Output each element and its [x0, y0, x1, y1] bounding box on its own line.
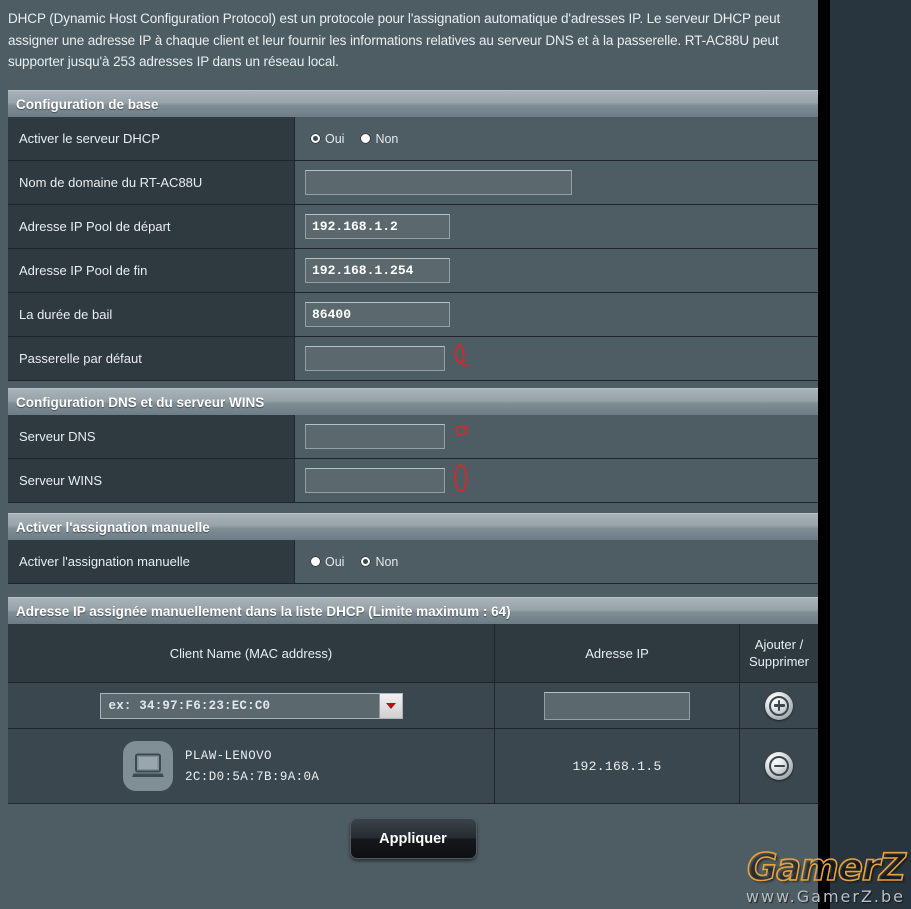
device-name: PLAW-LENOVO	[185, 748, 272, 763]
new-entry-ip-cell	[495, 683, 740, 728]
radio-enable-dhcp-no-label: Non	[375, 131, 399, 146]
radio-enable-manual-yes-label: Oui	[325, 554, 345, 569]
field-lease-time	[295, 293, 818, 336]
row-pool-start: Adresse IP Pool de départ	[8, 205, 818, 249]
annotation-dns-red-circle-icon	[452, 421, 476, 450]
section-basic-config-title: Configuration de base	[8, 90, 818, 117]
row-pool-end: Adresse IP Pool de fin	[8, 249, 818, 293]
client-mac-select[interactable]: ex: 34:97:F6:23:EC:C0	[99, 692, 403, 719]
label-dns-server: Serveur DNS	[8, 415, 295, 458]
row-domain-name: Nom de domaine du RT-AC88U	[8, 161, 818, 205]
apply-button[interactable]: Appliquer	[349, 818, 477, 859]
radio-enable-dhcp-yes-label: Oui	[325, 131, 345, 146]
default-gateway-input[interactable]	[305, 346, 445, 371]
radio-enable-manual-yes[interactable]: Oui	[310, 555, 344, 569]
label-wins-server: Serveur WINS	[8, 459, 295, 502]
dhcp-intro-text: DHCP (Dynamic Host Configuration Protoco…	[0, 0, 818, 88]
minus-circle-icon[interactable]	[765, 752, 793, 780]
field-dns-server	[295, 415, 818, 458]
radio-dot-icon	[310, 133, 321, 144]
device-text: PLAW-LENOVO 2C:D0:5A:7B:9A:0A	[185, 749, 319, 784]
label-default-gateway: Passerelle par défaut	[8, 337, 295, 380]
radio-group-enable-dhcp: Oui Non	[305, 132, 408, 146]
radio-enable-manual-no-label: Non	[375, 554, 399, 569]
dns-server-input[interactable]	[305, 424, 445, 449]
field-wins-server	[295, 459, 818, 502]
annotation-gateway-red-circle-icon	[452, 342, 478, 381]
radio-enable-dhcp-no[interactable]: Non	[360, 132, 398, 146]
section-dhcp-manual-list-title: Adresse IP assignée manuellement dans la…	[8, 597, 818, 624]
field-enable-dhcp-server: Oui Non	[295, 117, 818, 160]
wins-server-input[interactable]	[305, 468, 445, 493]
pool-start-input[interactable]	[305, 214, 450, 239]
dhcp-list-table-header: Client Name (MAC address) Adresse IP Ajo…	[8, 624, 818, 683]
label-enable-dhcp-server: Activer le serveur DHCP	[8, 117, 295, 160]
section-dns-wins-config: Configuration DNS et du serveur WINS Ser…	[8, 388, 818, 503]
panel-divider	[818, 0, 830, 909]
domain-name-input[interactable]	[305, 170, 572, 195]
lease-time-input[interactable]	[305, 302, 450, 327]
plus-circle-icon[interactable]	[765, 691, 793, 720]
column-header-delete-label: Supprimer	[749, 654, 809, 669]
label-pool-end: Adresse IP Pool de fin	[8, 249, 295, 292]
label-enable-manual-assignment: Activer l'assignation manuelle	[8, 540, 295, 583]
field-enable-manual-assignment: Oui Non	[295, 540, 818, 583]
entry-ip-address: 192.168.1.5	[572, 758, 662, 774]
page-background-right	[830, 0, 911, 909]
entry-client-cell: PLAW-LENOVO 2C:D0:5A:7B:9A:0A	[8, 729, 495, 803]
device-mac-address: 2C:D0:5A:7B:9A:0A	[185, 769, 320, 784]
new-entry-ip-input[interactable]	[544, 691, 690, 720]
column-header-add-delete: Ajouter / Supprimer	[740, 624, 818, 682]
label-domain-name: Nom de domaine du RT-AC88U	[8, 161, 295, 204]
radio-dot-icon	[360, 133, 372, 144]
row-enable-dhcp-server: Activer le serveur DHCP Oui Non	[8, 117, 818, 161]
annotation-wins-red-circle-icon	[451, 461, 475, 502]
new-entry-client-cell: ex: 34:97:F6:23:EC:C0	[8, 683, 495, 728]
row-default-gateway: Passerelle par défaut	[8, 337, 818, 381]
laptop-icon	[123, 741, 173, 791]
router-admin-panel: DHCP (Dynamic Host Configuration Protoco…	[0, 0, 818, 909]
field-pool-end	[295, 249, 818, 292]
column-header-ip-address: Adresse IP	[495, 624, 740, 682]
radio-dot-icon	[360, 556, 372, 567]
section-manual-assignment-title: Activer l'assignation manuelle	[8, 513, 818, 540]
entry-ip-cell: 192.168.1.5	[495, 729, 740, 803]
apply-button-container: Appliquer	[8, 818, 818, 859]
column-header-add-label: Ajouter /	[754, 637, 804, 652]
column-header-client-name: Client Name (MAC address)	[8, 624, 495, 682]
row-dns-server: Serveur DNS	[8, 415, 818, 459]
row-wins-server: Serveur WINS	[8, 459, 818, 503]
field-default-gateway	[295, 337, 818, 380]
section-basic-config: Configuration de base Activer le serveur…	[8, 90, 818, 381]
client-mac-select-value: ex: 34:97:F6:23:EC:C0	[108, 698, 271, 713]
field-domain-name	[295, 161, 818, 204]
label-lease-time: La durée de bail	[8, 293, 295, 336]
pool-end-input[interactable]	[305, 258, 450, 283]
chevron-down-icon[interactable]	[378, 693, 402, 718]
radio-enable-manual-no[interactable]: Non	[360, 555, 398, 569]
radio-enable-dhcp-yes[interactable]: Oui	[310, 132, 344, 146]
label-pool-start: Adresse IP Pool de départ	[8, 205, 295, 248]
radio-dot-icon	[310, 556, 321, 567]
table-row: PLAW-LENOVO 2C:D0:5A:7B:9A:0A 192.168.1.…	[8, 729, 818, 804]
section-dhcp-manual-list: Adresse IP assignée manuellement dans la…	[8, 597, 818, 804]
new-entry-action-cell	[740, 683, 818, 728]
entry-action-cell	[740, 729, 818, 803]
field-pool-start	[295, 205, 818, 248]
section-dns-wins-title: Configuration DNS et du serveur WINS	[8, 388, 818, 415]
radio-group-enable-manual: Oui Non	[305, 555, 408, 569]
dhcp-new-entry-row: ex: 34:97:F6:23:EC:C0	[8, 683, 818, 729]
row-enable-manual-assignment: Activer l'assignation manuelle Oui Non	[8, 540, 818, 584]
row-lease-time: La durée de bail	[8, 293, 818, 337]
device-info: PLAW-LENOVO 2C:D0:5A:7B:9A:0A	[8, 741, 494, 791]
section-manual-assignment: Activer l'assignation manuelle Activer l…	[8, 513, 818, 584]
